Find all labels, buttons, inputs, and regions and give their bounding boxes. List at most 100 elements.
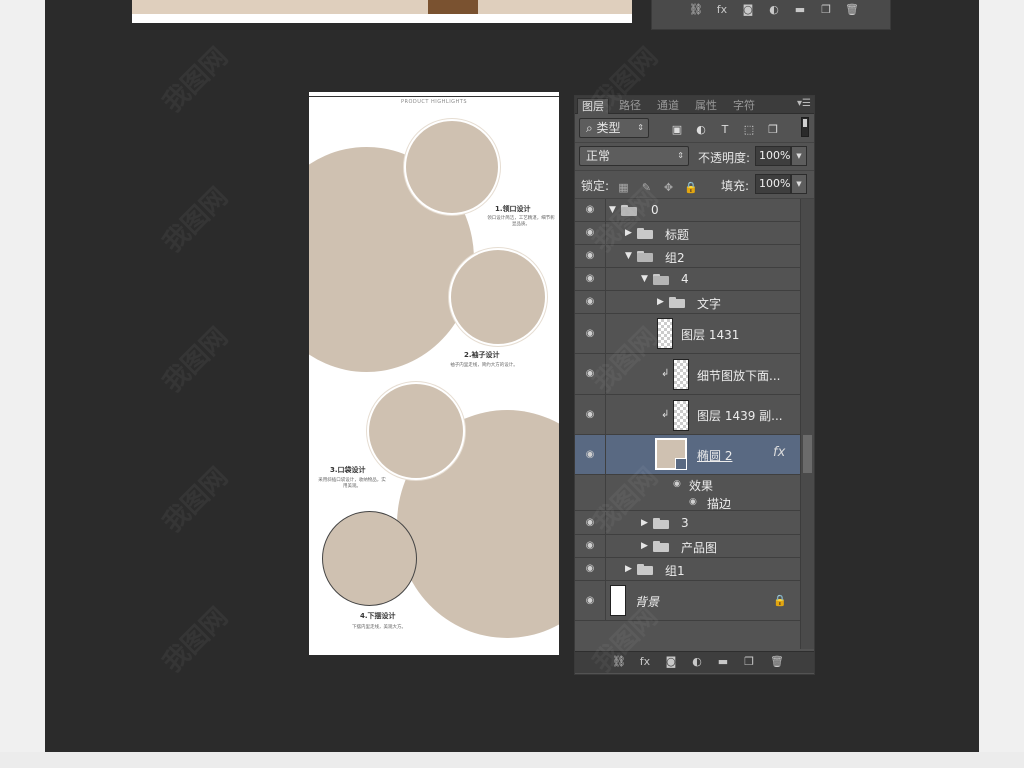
collapse-triangle-icon[interactable]: ▶ [657,297,664,307]
visibility-toggle[interactable]: ◉ [575,558,606,580]
layer-name: 组1 [665,564,685,578]
folder-icon [653,540,669,552]
visibility-toggle[interactable]: ◉ [575,314,606,353]
opacity-input[interactable]: 100% [755,146,791,166]
eye-icon: ◉ [585,594,595,606]
folder-icon [669,296,685,308]
lock-all-icon[interactable]: 🔒 [684,181,698,194]
effect-name: 描边 [707,497,732,511]
layer-thumbnail [673,400,689,431]
panel-menu-icon[interactable]: ▾☰ [797,98,811,109]
link-icon[interactable]: ⛓ [688,3,704,17]
folder-icon[interactable]: ▬ [792,3,808,17]
folder-open-icon [653,273,669,285]
tab-channels[interactable]: 通道 [653,98,683,114]
filter-toggle[interactable] [801,117,809,137]
tab-character[interactable]: 字符 [729,98,759,114]
eye-icon: ◉ [585,563,595,574]
layer-row-1439-copy[interactable]: ◉ ↲ 图层 1439 副... [575,395,800,435]
visibility-toggle[interactable]: ◉ [575,435,606,474]
collapse-triangle-icon[interactable]: ▶ [641,541,648,551]
layer-thumbnail [673,359,689,390]
eye-icon: ◉ [585,408,595,420]
new-adjustment-icon[interactable]: ◐ [689,655,705,669]
layer-name: 图层 1431 [681,328,740,342]
collapse-triangle-icon[interactable]: ▶ [641,518,648,528]
feature-desc-2: 袖子内里走线，简约大方的设计。 [450,363,518,368]
chevron-updown-icon: ⇕ [677,151,684,160]
watermark: 我图网 [157,42,234,119]
layer-row-group-text[interactable]: ◉ ▶ 文字 [575,291,800,314]
clipping-mask-icon: ↲ [661,409,670,420]
layer-row-ellipse-2[interactable]: ◉ 椭圆 2 fx [575,435,800,475]
fx-icon[interactable]: fx [714,3,730,17]
type-filter-icon[interactable]: T [718,123,732,137]
previous-panel-remnant: ⛓ fx ◙ ◐ ▬ ❐ 🗑 [651,0,891,30]
workspace: ⛓ fx ◙ ◐ ▬ ❐ 🗑 PRODUCT HIGHLIGHTS 1.领口设计… [45,0,979,752]
layer-name: 产品图 [681,541,718,555]
canvas-tan-band [132,0,632,14]
smartobject-filter-icon[interactable]: ❐ [766,123,780,137]
canvas-brown-block [428,0,478,14]
add-style-icon[interactable]: fx [637,655,653,669]
layer-name: 文字 [697,297,722,311]
watermark: 我图网 [157,462,234,539]
filter-select[interactable]: ⌕ 类型 ⇕ [579,118,649,138]
eye-icon[interactable]: ◉ [673,479,681,489]
delete-layer-icon[interactable]: 🗑 [769,655,785,669]
layers-list: ◉ ▼ 0 ◉ ▶ 标题 ◉ ▼ 组2 ◉ ▼ 4 ◉ ▶ 文字 ◉ 图层 14… [575,199,814,649]
effect-gutter [575,475,606,493]
layers-scrollbar[interactable] [800,199,814,649]
new-group-icon[interactable]: ▬ [715,655,731,669]
detail-circle-1 [404,119,500,215]
opacity-dropdown[interactable]: ▼ [791,146,807,166]
layer-name: 4 [681,272,689,286]
eye-icon: ◉ [585,273,595,284]
visibility-toggle[interactable]: ◉ [575,581,606,620]
visibility-toggle[interactable]: ◉ [575,268,606,290]
feature-title-3: 3.口袋设计 [330,466,366,474]
lock-position-icon[interactable]: ✥ [662,181,675,194]
eye-icon[interactable]: ◉ [689,497,697,507]
layer-row-group-4[interactable]: ◉ ▼ 4 [575,268,800,291]
feature-title-1: 1.领口设计 [495,205,531,213]
fx-icon[interactable]: fx [773,445,785,460]
watermark: 我图网 [157,602,234,679]
feature-title-2: 2.袖子设计 [464,351,500,359]
feature-title-4: 4.下摆设计 [360,612,396,620]
collapse-triangle-icon[interactable]: ▶ [625,564,632,574]
visibility-toggle[interactable]: ◉ [575,395,606,434]
image-filter-icon[interactable]: ▣ [670,123,684,137]
chevron-updown-icon: ⇕ [637,123,644,132]
new-layer-icon[interactable]: ❐ [818,3,834,17]
eye-icon: ◉ [585,250,595,261]
document-canvas: PRODUCT HIGHLIGHTS 1.领口设计 领口设计简洁，工艺精湛，细节… [309,92,559,655]
add-mask-icon[interactable]: ◙ [663,655,679,669]
layer-row-group-1[interactable]: ◉ ▶ 组1 [575,558,800,581]
blend-mode-select[interactable]: 正常 ⇕ [579,146,689,166]
lock-label: 锁定: [581,179,610,193]
feature-desc-1: 领口设计简洁，工艺精湛，细节彰显品质。 [487,216,555,227]
expand-triangle-icon[interactable]: ▼ [625,251,632,261]
effect-name: 效果 [689,479,714,493]
layer-row-background[interactable]: ◉ 背景 🔒 [575,581,800,621]
visibility-toggle[interactable]: ◉ [575,291,606,313]
trash-icon[interactable]: 🗑 [844,3,860,17]
expand-triangle-icon[interactable]: ▼ [641,274,648,284]
watermark: 我图网 [157,322,234,399]
adjustment-filter-icon[interactable]: ◐ [694,123,708,137]
eye-icon: ◉ [585,540,595,551]
scrollbar-thumb[interactable] [803,435,812,473]
feature-desc-4: 下摆内里走线，美观大方。 [352,625,406,630]
layer-name[interactable]: 椭圆 2 [697,447,732,464]
tab-properties[interactable]: 属性 [691,98,721,114]
visibility-toggle[interactable]: ◉ [575,535,606,557]
mask-icon[interactable]: ◙ [740,3,756,17]
folder-icon [637,563,653,575]
fill-dropdown[interactable]: ▼ [791,174,807,194]
new-layer-icon[interactable]: ❐ [741,655,757,669]
filter-select-label: 类型 [596,121,621,135]
adjustment-icon[interactable]: ◐ [766,3,782,17]
fill-input[interactable]: 100% [755,174,791,194]
shape-filter-icon[interactable]: ⬚ [742,123,756,137]
